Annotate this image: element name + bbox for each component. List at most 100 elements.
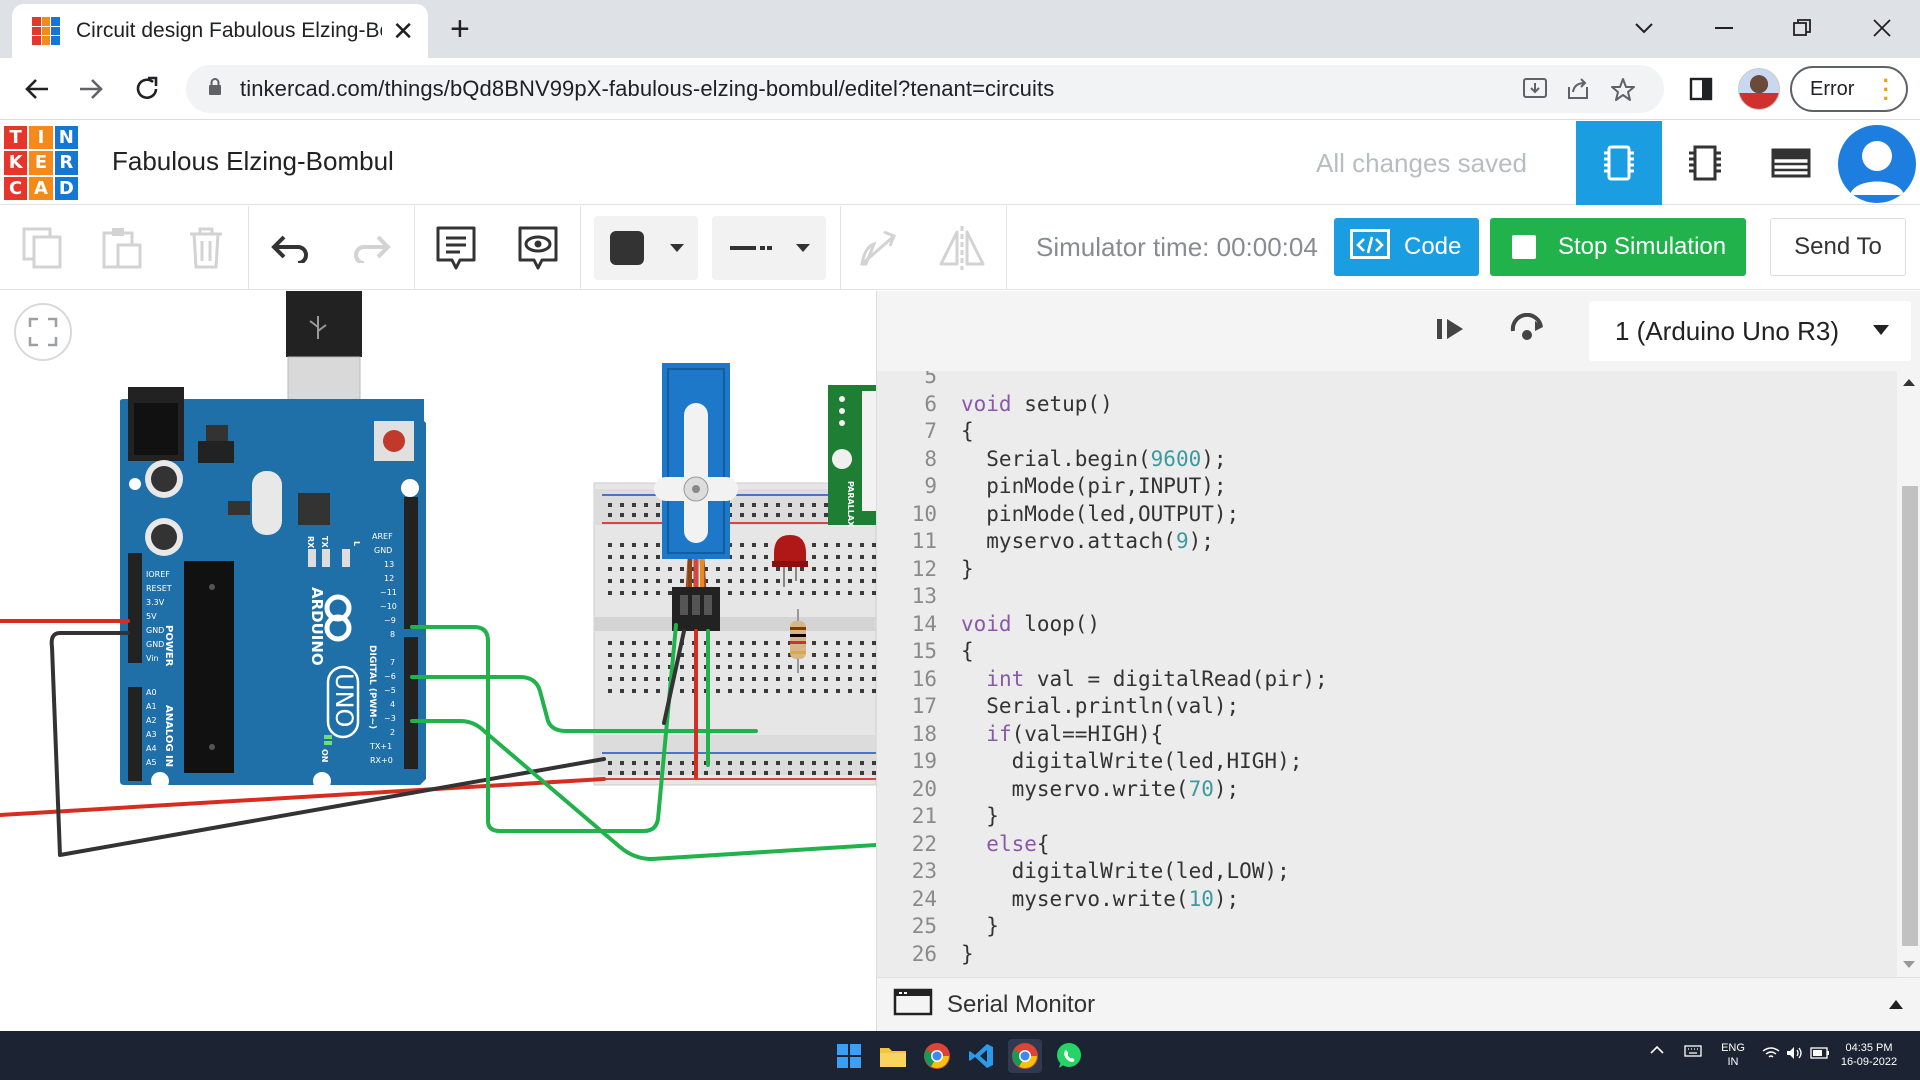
code-line[interactable]: 25 } [877, 913, 1328, 941]
serial-monitor-bar[interactable]: Serial Monitor [877, 977, 1920, 1031]
code-line[interactable]: 18 if(val==HIGH){ [877, 721, 1328, 749]
code-button[interactable]: Code [1334, 218, 1479, 276]
install-app-icon[interactable] [1522, 77, 1548, 106]
code-text: { [961, 419, 974, 443]
code-line[interactable]: 5 [877, 371, 1328, 391]
code-line[interactable]: 26} [877, 941, 1328, 969]
keyboard-icon[interactable] [1684, 1045, 1702, 1061]
scroll-down-arrow-icon[interactable] [1903, 961, 1915, 968]
wire-color-dropdown[interactable] [594, 216, 698, 280]
forward-button[interactable] [70, 68, 112, 110]
paste-icon[interactable] [94, 220, 150, 276]
breadboard-hole [812, 761, 816, 765]
line-number: 7 [924, 419, 937, 443]
wifi-icon[interactable] [1762, 1046, 1780, 1064]
code-scrollbar[interactable] [1897, 371, 1920, 977]
tinkercad-logo[interactable]: T I N K E R C A D [4, 126, 78, 200]
restore-button[interactable] [1772, 8, 1832, 48]
breadboard[interactable] [593, 482, 876, 786]
user-avatar[interactable] [1838, 125, 1916, 203]
code-line[interactable]: 16 int val = digitalRead(pir); [877, 666, 1328, 694]
rotate-icon[interactable] [850, 220, 906, 276]
chrome-icon[interactable] [920, 1039, 954, 1073]
project-title[interactable]: Fabulous Elzing-Bombul [112, 146, 394, 177]
close-window-button[interactable] [1852, 8, 1912, 48]
tray-chevron-up-icon[interactable] [1650, 1045, 1664, 1059]
circuit-view-button[interactable] [1576, 121, 1662, 205]
file-explorer-icon[interactable] [876, 1039, 910, 1073]
schematic-view-button[interactable] [1662, 121, 1748, 205]
code-line[interactable]: 22 else{ [877, 831, 1328, 859]
profile-error-button[interactable]: Error · · · [1790, 66, 1908, 112]
profile-avatar[interactable] [1738, 68, 1780, 110]
breadboard-hole [752, 591, 756, 595]
send-to-button[interactable]: Send To [1770, 218, 1906, 276]
code-line[interactable]: 11 myservo.attach(9); [877, 528, 1328, 556]
undo-icon[interactable] [262, 220, 318, 276]
browser-tab[interactable]: Circuit design Fabulous Elzing-Bombul ✕ [12, 4, 428, 58]
step-forward-icon[interactable] [1433, 313, 1467, 350]
address-bar[interactable]: tinkercad.com/things/bQd8BNV99pX-fabulou… [186, 65, 1664, 113]
lock-icon[interactable] [208, 77, 222, 101]
notes-icon[interactable] [428, 220, 484, 276]
debugger-icon[interactable] [1509, 312, 1547, 350]
url-text[interactable]: tinkercad.com/things/bQd8BNV99pX-fabulou… [240, 76, 1054, 102]
wire-type-dropdown[interactable] [712, 216, 826, 280]
redo-icon[interactable] [344, 220, 400, 276]
code-line[interactable]: 19 digitalWrite(led,HIGH); [877, 748, 1328, 776]
close-tab-icon[interactable]: ✕ [392, 16, 414, 47]
tab-search-icon[interactable] [1614, 8, 1674, 48]
whatsapp-icon[interactable] [1052, 1039, 1086, 1073]
code-line[interactable]: 17 Serial.println(val); [877, 693, 1328, 721]
reload-button[interactable] [126, 68, 168, 110]
code-line[interactable]: 8 Serial.begin(9600); [877, 446, 1328, 474]
bookmark-star-icon[interactable] [1610, 77, 1636, 108]
pin-label: ~3 [384, 714, 396, 723]
pir-sensor[interactable]: PARALLAX [828, 385, 876, 528]
logo-letter: N [54, 126, 78, 150]
pin-label: 5V [146, 612, 157, 621]
language-indicator[interactable]: ENG IN [1716, 1041, 1750, 1069]
new-tab-button[interactable]: + [450, 12, 470, 46]
code-line[interactable]: 6 void setup() [877, 391, 1328, 419]
breadboard-hole [836, 771, 840, 775]
code-line[interactable]: 12} [877, 556, 1328, 584]
code-line[interactable]: 7{ [877, 418, 1328, 446]
side-panel-icon[interactable] [1680, 68, 1722, 110]
board-select-dropdown[interactable]: 1 (Arduino Uno R3) [1589, 301, 1911, 361]
volume-icon[interactable] [1786, 1046, 1804, 1064]
scroll-thumb[interactable] [1902, 486, 1918, 946]
chrome-active-icon[interactable] [1008, 1039, 1042, 1073]
minimize-button[interactable] [1694, 8, 1754, 48]
share-icon[interactable] [1566, 77, 1590, 106]
back-button[interactable] [16, 68, 58, 110]
windows-start-icon[interactable] [832, 1039, 866, 1073]
vscode-icon[interactable] [964, 1039, 998, 1073]
breadboard-hole [836, 591, 840, 595]
breadboard-hole [812, 689, 816, 693]
circuit-canvas[interactable]: ARDUINO UNO POWER ANALOG IN DIGITAL (PWM… [0, 291, 876, 1031]
code-line[interactable]: 9 pinMode(pir,INPUT); [877, 473, 1328, 501]
copy-icon[interactable] [14, 220, 70, 276]
code-line[interactable]: 14 void loop() [877, 611, 1328, 639]
scroll-up-arrow-icon[interactable] [1903, 379, 1915, 386]
code-line[interactable]: 23 digitalWrite(led,LOW); [877, 858, 1328, 886]
component-list-button[interactable] [1748, 121, 1834, 205]
chevron-up-icon[interactable] [1889, 1000, 1903, 1009]
code-line[interactable]: 10 pinMode(led,OUTPUT); [877, 501, 1328, 529]
battery-icon[interactable] [1810, 1047, 1830, 1063]
code-line[interactable]: 21 } [877, 803, 1328, 831]
code-line[interactable]: 13 [877, 583, 1328, 611]
delete-icon[interactable] [178, 220, 234, 276]
language-code: ENG [1721, 1042, 1745, 1054]
flip-icon[interactable] [934, 220, 990, 276]
notes-visibility-icon[interactable] [510, 220, 566, 276]
code-text-area[interactable]: 5 6 void setup() 7{8 Serial.begin(9600); 9 p… [877, 371, 1897, 977]
stop-simulation-button[interactable]: Stop Simulation [1490, 218, 1746, 276]
code-line[interactable]: 15 { [877, 638, 1328, 666]
code-line[interactable]: 24 myservo.write(10); [877, 886, 1328, 914]
clock[interactable]: 04:35 PM 16-09-2022 [1834, 1041, 1904, 1069]
breadboard-hole [644, 689, 648, 693]
code-line[interactable]: 20 myservo.write(70); [877, 776, 1328, 804]
breadboard-hole [752, 689, 756, 693]
